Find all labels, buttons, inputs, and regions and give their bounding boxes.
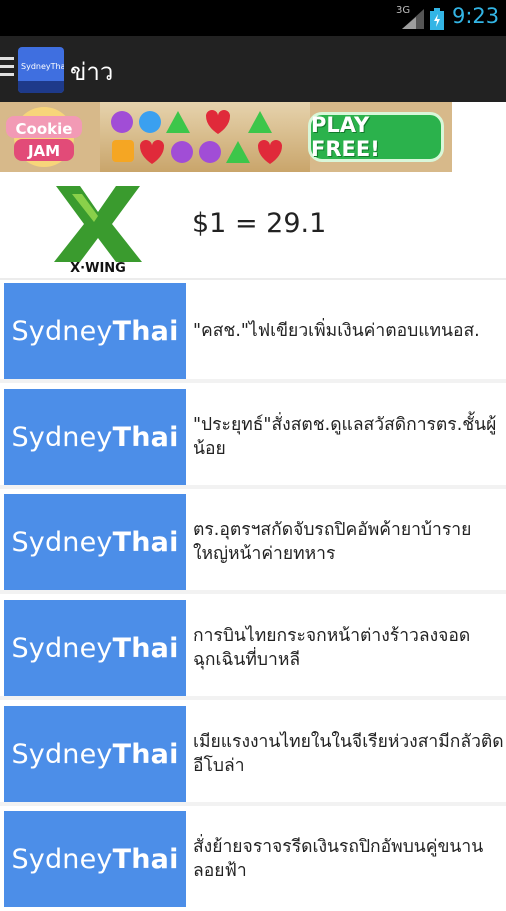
news-thumbnail: Sydney Thai — [4, 811, 186, 907]
news-list-item[interactable]: Sydney Thai การบินไทยกระจกหน้าต่างร้าวลงจ… — [0, 600, 506, 700]
svg-text:JAM: JAM — [27, 142, 60, 160]
candy-icons — [111, 110, 282, 164]
status-bar: 3G 9:23 — [0, 0, 506, 36]
news-thumbnail: Sydney Thai — [4, 494, 186, 590]
news-thumbnail: Sydney Thai — [4, 389, 186, 485]
drawer-menu-icon[interactable] — [0, 57, 14, 79]
ad-banner[interactable]: Cookie JAM PLAY FREE! — [0, 102, 452, 172]
news-headline: การบินไทยกระจกหน้าต่างร้าวลงจอดฉุกเฉินที… — [193, 626, 471, 670]
news-headline: ตร.อุตรฯสกัดจับรถปิคอัพค้ายาบ้ารายใหญ่หน… — [193, 520, 472, 564]
app-logo-icon[interactable]: SydneyThai — [18, 47, 64, 93]
status-clock: 9:23 — [452, 4, 500, 28]
currency-row: X·WING $1 = 29.1 — [0, 174, 506, 280]
xwing-logo-text: X·WING — [70, 261, 126, 274]
app-icon-text: SydneyThai — [21, 62, 64, 71]
news-list-item[interactable]: Sydney Thai "คสช."ไฟเขียวเพิ่มเงินค่าตอบแ… — [0, 283, 506, 383]
exchange-rate-text: $1 = 29.1 — [192, 208, 327, 239]
news-headline: "คสช."ไฟเขียวเพิ่มเงินค่าตอบแทนอส. — [193, 321, 480, 341]
news-thumbnail: Sydney Thai — [4, 283, 186, 379]
news-list-item[interactable]: Sydney Thai "ประยุทธ์"สั่งสตช.ดูแลสวัสดิก… — [0, 389, 506, 489]
cookie-jam-logo: Cookie JAM — [6, 107, 82, 167]
news-thumbnail: Sydney Thai — [4, 706, 186, 802]
battery-charging-icon — [430, 8, 444, 30]
play-free-button[interactable]: PLAY FREE! — [308, 112, 444, 162]
page-title: ข่าว — [70, 58, 114, 86]
news-headline: สั่งย้ายจราจรรีดเงินรถปิกอัพบนคู่ขนานลอย… — [193, 837, 484, 881]
xwing-logo: X·WING — [54, 186, 142, 274]
news-list-item[interactable]: Sydney Thai สั่งย้ายจราจรรีดเงินรถปิกอัพบ… — [0, 811, 506, 911]
svg-text:Cookie: Cookie — [16, 120, 73, 138]
news-thumbnail: Sydney Thai — [4, 600, 186, 696]
news-headline: เมียแรงงานไทยในในจีเรียห่วงสามีกลัวติดอี… — [193, 732, 504, 776]
action-bar: SydneyThai ข่าว — [0, 36, 506, 102]
news-list-item[interactable]: Sydney Thai เมียแรงงานไทยในในจีเรียห่วงสา… — [0, 706, 506, 806]
news-list-item[interactable]: Sydney Thai ตร.อุตรฯสกัดจับรถปิคอัพค้ายาบ… — [0, 494, 506, 594]
news-headline: "ประยุทธ์"สั่งสตช.ดูแลสวัสดิการตร.ชั้นผู… — [193, 415, 497, 459]
signal-strength-icon — [402, 9, 424, 29]
